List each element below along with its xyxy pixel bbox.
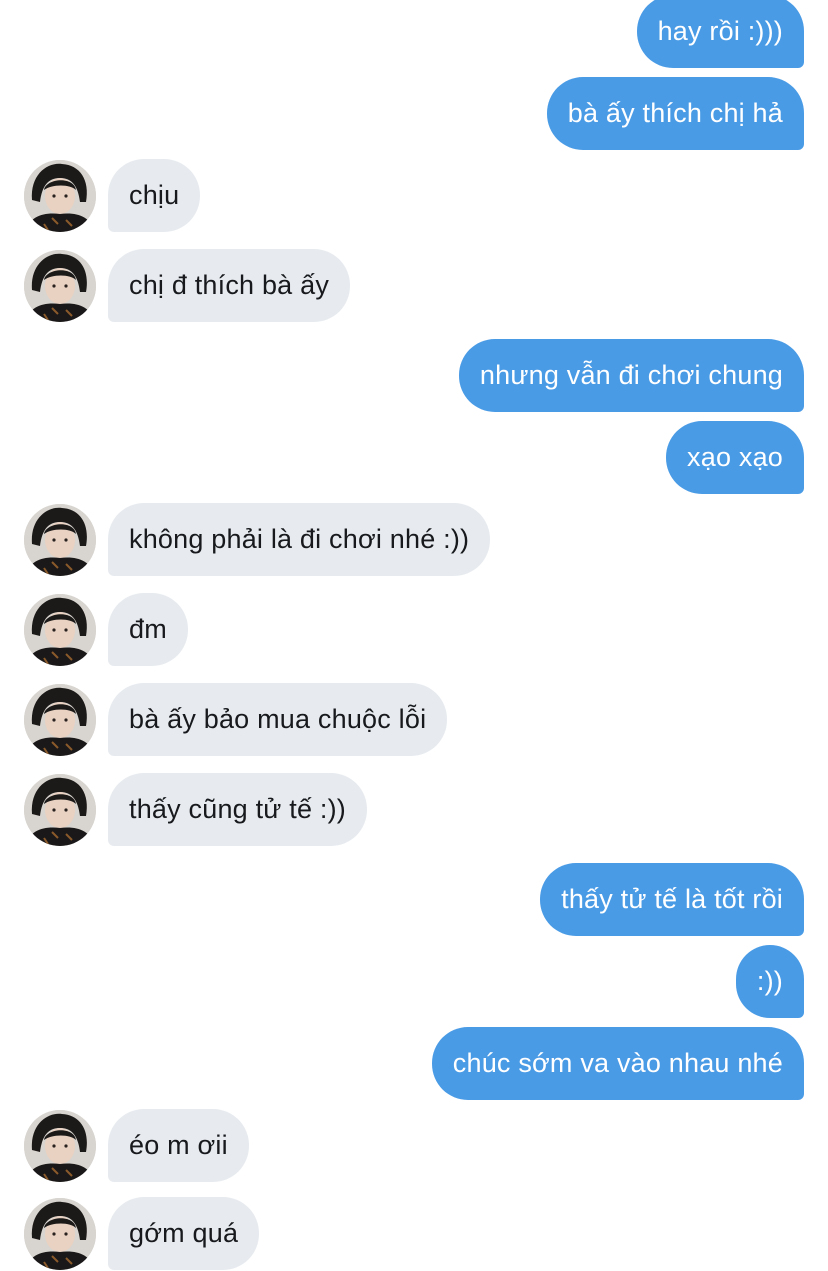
contact-avatar[interactable]: [24, 774, 96, 846]
contact-avatar[interactable]: [24, 684, 96, 756]
incoming-message[interactable]: éo m ơii: [108, 1109, 249, 1182]
incoming-message[interactable]: chịu: [108, 159, 201, 232]
outgoing-message[interactable]: :)): [735, 945, 804, 1018]
avatar-icon: [24, 1198, 96, 1270]
incoming-message[interactable]: thấy cũng tử tế :)): [108, 773, 367, 846]
contact-avatar[interactable]: [24, 1198, 96, 1270]
outgoing-message[interactable]: xạo xạo: [666, 421, 804, 494]
avatar-icon: [24, 594, 96, 666]
avatar-icon: [24, 504, 96, 576]
contact-avatar[interactable]: [24, 594, 96, 666]
avatar-icon: [24, 774, 96, 846]
contact-avatar[interactable]: [24, 504, 96, 576]
message-thread: hay rồi :))) bà ấy thích chị hả chịu chị…: [0, 0, 828, 1271]
avatar-icon: [24, 1110, 96, 1182]
avatar-icon: [24, 250, 96, 322]
avatar-icon: [24, 684, 96, 756]
contact-avatar[interactable]: [24, 160, 96, 232]
contact-avatar[interactable]: [24, 1110, 96, 1182]
outgoing-message[interactable]: nhưng vẫn đi chơi chung: [458, 339, 804, 412]
outgoing-message[interactable]: thấy tử tế là tốt rồi: [540, 863, 804, 936]
outgoing-message[interactable]: bà ấy thích chị hả: [546, 77, 804, 150]
incoming-message[interactable]: bà ấy bảo mua chuộc lỗi: [108, 683, 448, 756]
incoming-message[interactable]: đm: [108, 593, 188, 666]
incoming-message[interactable]: chị đ thích bà ấy: [108, 249, 351, 322]
avatar-icon: [24, 160, 96, 232]
outgoing-message[interactable]: chúc sớm va vào nhau nhé: [431, 1027, 804, 1100]
outgoing-message[interactable]: hay rồi :))): [636, 0, 804, 68]
incoming-message[interactable]: không phải là đi chơi nhé :)): [108, 503, 491, 576]
incoming-message[interactable]: gớm quá: [108, 1197, 260, 1270]
contact-avatar[interactable]: [24, 250, 96, 322]
